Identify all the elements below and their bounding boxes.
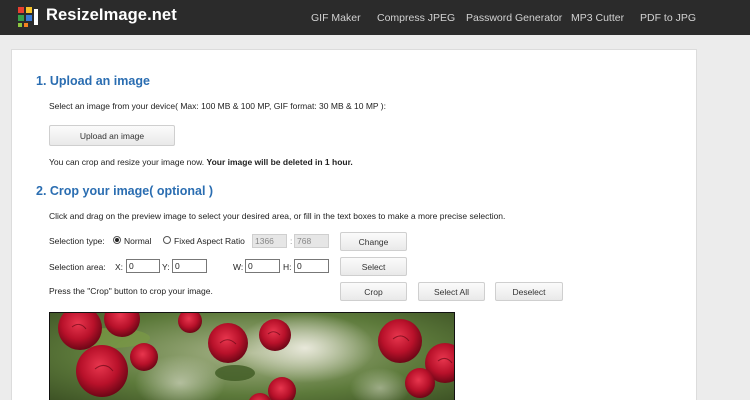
nav-gif-maker[interactable]: GIF Maker [311, 12, 361, 24]
upload-notice-text: You can crop and resize your image now. [49, 157, 205, 167]
y-field[interactable] [172, 259, 207, 273]
h-field[interactable] [294, 259, 329, 273]
top-navigation-bar: ResizeImage.net GIF Maker Compress JPEG … [0, 0, 750, 35]
ratio-separator: : [290, 236, 293, 246]
brand-name[interactable]: ResizeImage.net [46, 6, 177, 25]
upload-heading: 1. Upload an image [36, 74, 150, 88]
upload-instruction: Select an image from your device( Max: 1… [49, 101, 386, 111]
h-label: H: [283, 262, 292, 272]
selection-type-label: Selection type: [49, 236, 105, 246]
radio-fixed-aspect-ratio[interactable] [163, 236, 171, 244]
x-label: X: [115, 262, 124, 272]
x-field[interactable] [126, 259, 160, 273]
select-all-button[interactable]: Select All [418, 282, 485, 301]
radio-fixed-aspect-label[interactable]: Fixed Aspect Ratio [174, 236, 245, 246]
nav-mp3-cutter[interactable]: MP3 Cutter [571, 12, 624, 24]
image-preview[interactable] [49, 312, 455, 400]
crop-instruction-text: Press the "Crop" button to crop your ima… [49, 286, 213, 296]
nav-pdf-to-jpg[interactable]: PDF to JPG [640, 12, 696, 24]
ratio-height-field[interactable] [294, 234, 329, 248]
radio-normal[interactable] [113, 236, 121, 244]
crop-button[interactable]: Crop [340, 282, 407, 301]
select-button[interactable]: Select [340, 257, 407, 276]
upload-notice: You can crop and resize your image now. … [49, 157, 353, 167]
crop-heading: 2. Crop your image( optional ) [36, 184, 214, 198]
nav-compress-jpeg[interactable]: Compress JPEG [377, 12, 455, 24]
w-label: W: [233, 262, 244, 272]
roses-photo-icon [50, 313, 454, 400]
selection-area-label: Selection area: [49, 262, 106, 272]
upload-notice-bold: Your image will be deleted in 1 hour. [206, 157, 353, 167]
resizeimage-logo-icon[interactable] [17, 6, 39, 28]
w-field[interactable] [245, 259, 280, 273]
crop-instruction: Click and drag on the preview image to s… [49, 211, 506, 221]
change-button[interactable]: Change [340, 232, 407, 251]
ratio-width-field[interactable] [252, 234, 287, 248]
radio-normal-label[interactable]: Normal [124, 236, 151, 246]
nav-password-generator[interactable]: Password Generator [466, 12, 562, 24]
upload-image-button[interactable]: Upload an image [49, 125, 175, 146]
deselect-button[interactable]: Deselect [495, 282, 563, 301]
y-label: Y: [162, 262, 170, 272]
